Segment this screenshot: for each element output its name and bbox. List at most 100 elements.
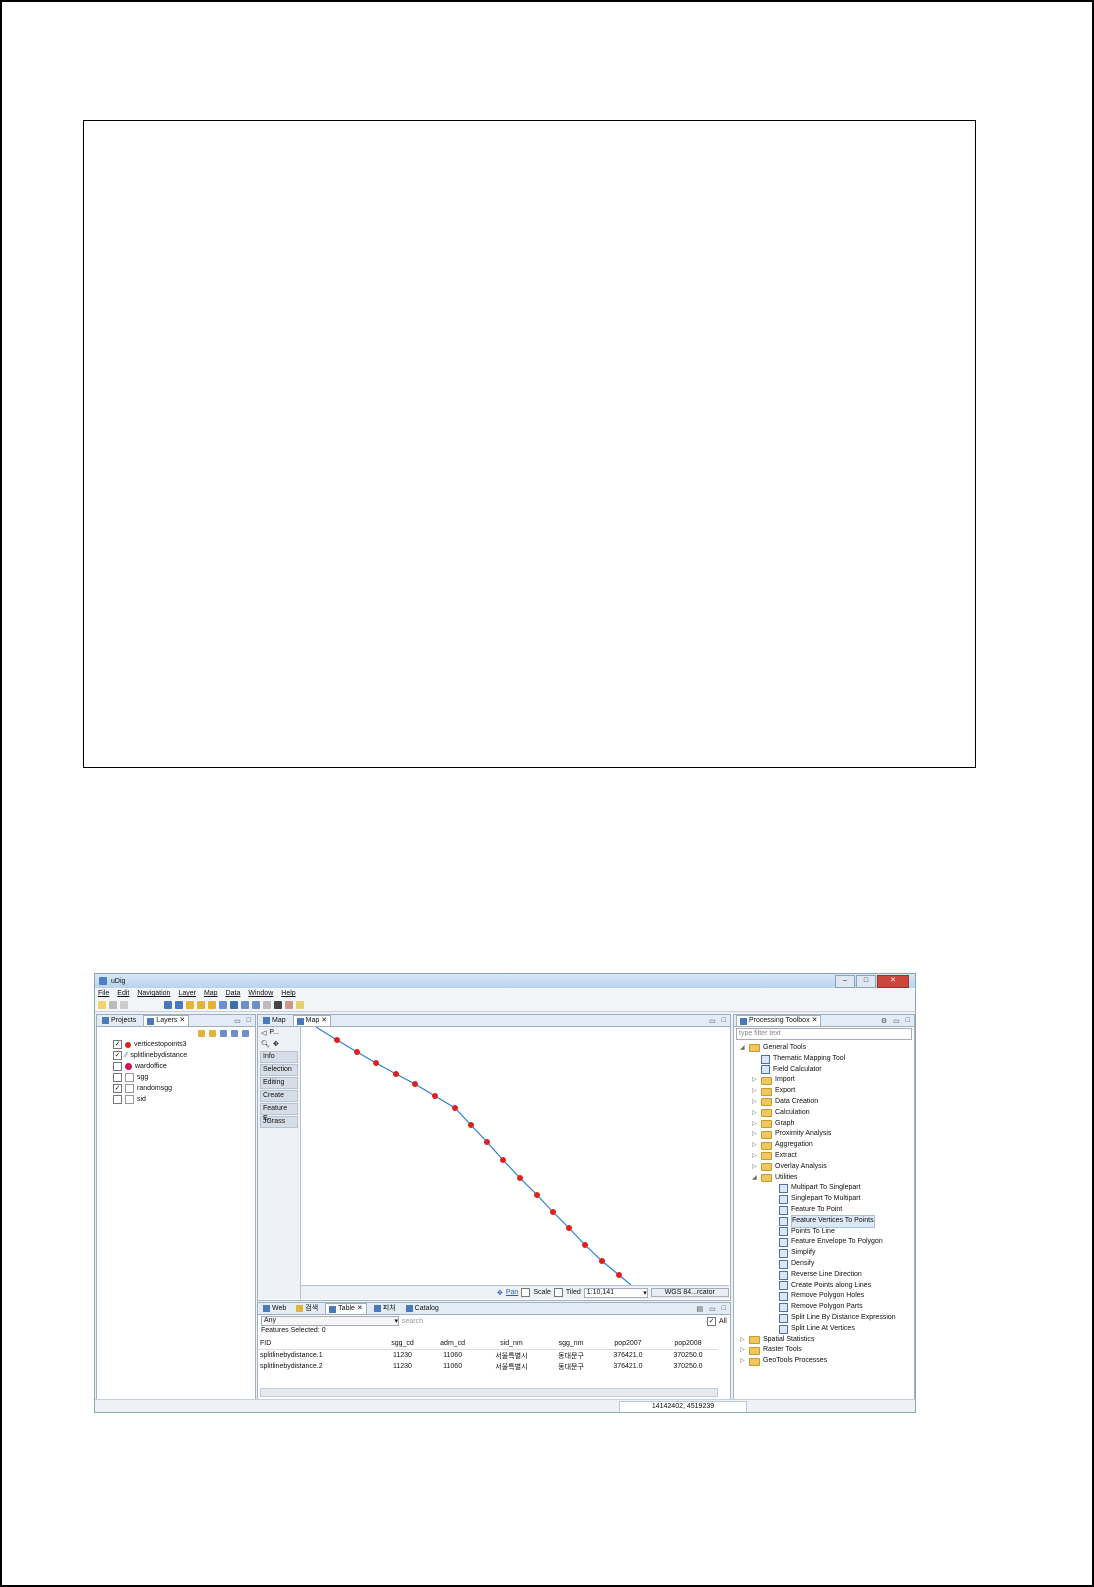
tiled-checkbox[interactable] [553,1288,563,1297]
column-header[interactable]: sgg_nm [544,1338,598,1350]
layer-props-icon[interactable] [242,1029,249,1037]
copy-icon[interactable] [120,1001,128,1009]
tree-tool[interactable]: Simplify [734,1248,914,1259]
menu-map[interactable]: Map [204,990,218,997]
minimize-icon[interactable]: ▭ [234,1017,241,1025]
column-header[interactable]: pop2008 [657,1338,718,1350]
tree-folder[interactable]: ▷ Spatial Statistics [734,1335,914,1346]
menu-help[interactable]: Help [281,990,295,997]
collapsed-arrow-icon[interactable]: ▷ [752,1140,758,1151]
crs-button[interactable]: WGS 84...rcator [650,1288,729,1297]
column-header[interactable]: FID [258,1338,379,1350]
palette-feature-edit[interactable]: Feature E... [260,1103,298,1122]
select-icon[interactable] [219,1001,227,1009]
tree-folder[interactable]: ▷ Export [734,1086,914,1097]
zoom-layer-icon[interactable] [175,1001,183,1009]
tree-folder[interactable]: ▷ GeoTools Processes [734,1356,914,1367]
menu-navigation[interactable]: Navigation [137,990,170,997]
collapsed-arrow-icon[interactable]: ▷ [740,1356,746,1367]
back-icon[interactable] [186,1001,194,1009]
new-icon[interactable] [98,1001,106,1009]
tree-tool[interactable]: Remove Polygon Parts [734,1302,914,1313]
tree-tool[interactable]: Feature Vertices To Points [734,1214,914,1228]
refresh-icon[interactable] [208,1001,216,1009]
tree-folder[interactable]: ▷ Data Creation [734,1097,914,1108]
tree-folder[interactable]: ▷ Proximity Analysis [734,1129,914,1140]
menu-data[interactable]: Data [226,990,241,997]
zoom-icon[interactable]: 🔍︎ [261,1040,270,1048]
maximize-icon[interactable]: □ [722,1305,726,1313]
maximize-icon[interactable]: □ [722,1017,726,1025]
tree-folder[interactable]: ◢ General Tools [734,1043,914,1054]
maximize-icon[interactable]: □ [247,1017,251,1025]
table-row[interactable]: splitlinebydistance.2 11230 11060 서울특별시 … [258,1361,718,1372]
layer-item[interactable]: ✓ verticestopoints3 [97,1039,255,1050]
palette-jgrass[interactable]: JGrass [260,1116,298,1128]
layer-item[interactable]: sid [97,1094,255,1105]
layer-checkbox[interactable]: ✓ [113,1084,122,1093]
tree-folder[interactable]: ▷ Graph [734,1119,914,1130]
palette-selection[interactable]: Selection [260,1064,298,1076]
all-checkbox[interactable]: ✓ [707,1316,716,1326]
minimize-icon[interactable]: ▭ [709,1305,716,1313]
menu-window[interactable]: Window [248,990,273,997]
menu-file[interactable]: File [98,990,109,997]
palette-tab[interactable]: P... [269,1029,279,1036]
collapsed-arrow-icon[interactable]: ▷ [752,1097,758,1108]
tree-tool[interactable]: Points To Line [734,1227,914,1238]
minimize-icon[interactable]: ▭ [893,1017,900,1025]
filter-icon[interactable]: ▤ [697,1305,704,1313]
tab-processing-toolbox[interactable]: Processing Toolbox ✕ [736,1015,822,1026]
column-header[interactable]: pop2007 [597,1338,658,1350]
tab-web[interactable]: Web [260,1304,289,1314]
layer-checkbox[interactable]: ✓ [113,1040,122,1049]
tab-layers[interactable]: Layers ✕ [143,1015,190,1026]
menu-layer[interactable]: Layer [178,990,196,997]
expanded-arrow-icon[interactable]: ◢ [752,1173,758,1184]
tree-folder[interactable]: ▷ Import [734,1075,914,1086]
collapsed-arrow-icon[interactable]: ▷ [752,1162,758,1173]
layer-checkbox[interactable] [113,1073,122,1082]
tab-map-2[interactable]: Map ✕ [292,1015,332,1026]
layer-checkbox[interactable]: ✓ [113,1051,122,1060]
minimize-button[interactable]: – [835,974,855,988]
tree-tool[interactable]: Create Points along Lines [734,1281,914,1292]
collapsed-arrow-icon[interactable]: ▷ [752,1119,758,1130]
tab-projects[interactable]: Projects [99,1016,139,1026]
tree-folder[interactable]: ▷ Extract [734,1151,914,1162]
tree-tool[interactable]: Thematic Mapping Tool [734,1054,914,1065]
scale-combo[interactable]: 1:10,141 ▾ [583,1287,648,1298]
maximize-button[interactable]: □ [856,974,876,988]
search-icon[interactable] [263,1001,271,1009]
pan-icon[interactable] [274,1001,282,1009]
save-icon[interactable] [109,1001,117,1009]
palette-editing[interactable]: Editing [260,1077,298,1089]
search-input[interactable]: search [402,1318,704,1325]
tree-tool[interactable]: Field Calculator [734,1065,914,1076]
collapsed-arrow-icon[interactable]: ▷ [740,1345,746,1356]
layer-add-icon[interactable] [220,1029,227,1037]
tree-tool[interactable]: Remove Polygon Holes [734,1291,914,1302]
tab-map-1[interactable]: Map [260,1016,289,1026]
tab-features[interactable]: 피처 [371,1304,399,1314]
collapsed-arrow-icon[interactable]: ▷ [752,1108,758,1119]
layer-checkbox[interactable] [113,1095,122,1104]
layer-item[interactable]: ✓ randomsgg [97,1083,255,1094]
tree-tool[interactable]: Singlepart To Multipart [734,1194,914,1205]
tab-table[interactable]: Table ✕ [325,1303,367,1314]
filter-select[interactable]: Any ▾ [261,1316,399,1326]
column-header[interactable]: sid_nm [478,1338,545,1350]
tree-tool[interactable]: Reverse Line Direction [734,1270,914,1281]
map-canvas[interactable] [301,1027,729,1285]
chevron-left-icon[interactable]: ◁ [261,1029,266,1037]
collapsed-arrow-icon[interactable]: ▷ [752,1151,758,1162]
column-header[interactable]: adm_cd [426,1338,479,1350]
close-button[interactable]: ✕ [877,974,909,988]
collapsed-arrow-icon[interactable]: ▷ [752,1129,758,1140]
tree-folder[interactable]: ▷ Aggregation [734,1140,914,1151]
tab-search[interactable]: 검색 [293,1304,321,1314]
layer-item[interactable]: wardoffice [97,1061,255,1072]
pan-link[interactable]: Pan [506,1289,518,1296]
tree-tool[interactable]: Split Line At Vertices [734,1324,914,1335]
tree-folder[interactable]: ▷ Overlay Analysis [734,1162,914,1173]
